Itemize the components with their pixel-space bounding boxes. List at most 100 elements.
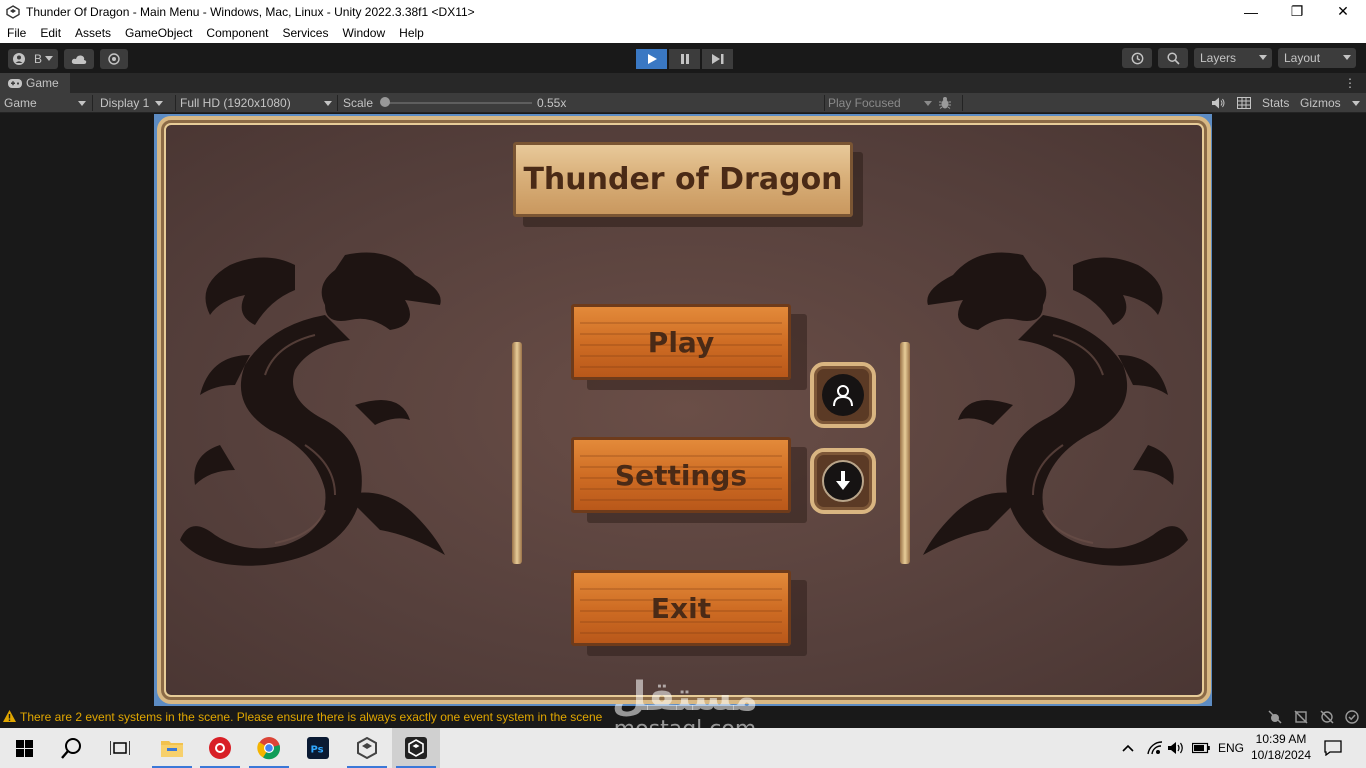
pause-button[interactable] <box>669 49 700 69</box>
unity-hub-icon <box>357 737 377 759</box>
account-label: B <box>34 52 43 66</box>
tab-options-icon[interactable]: ⋮ <box>1344 76 1356 90</box>
menu-window[interactable]: Window <box>335 23 392 43</box>
history-icon <box>1131 52 1143 64</box>
layers-dropdown[interactable]: Layers <box>1194 48 1272 68</box>
window-title: Thunder Of Dragon - Main Menu - Windows,… <box>26 4 475 19</box>
notifications-button[interactable] <box>1318 728 1348 768</box>
collab-button[interactable] <box>100 49 128 69</box>
screen-recorder-icon <box>209 737 231 759</box>
scale-slider-handle[interactable] <box>380 97 390 107</box>
game-title: Thunder of Dragon <box>523 162 843 197</box>
menu-assets[interactable]: Assets <box>68 23 118 43</box>
grid-toggle-button[interactable] <box>1237 93 1253 113</box>
taskbar-photoshop[interactable]: Ps <box>294 728 342 768</box>
network-status[interactable] <box>1144 728 1166 768</box>
play-focused-dropdown[interactable]: Play Focused <box>828 93 932 113</box>
battery-icon <box>1192 742 1210 754</box>
gizmos-label: Gizmos <box>1300 96 1341 110</box>
chevron-down-icon <box>155 101 164 107</box>
windows-taskbar: Ps ENG 10:39 AM 10/18/2024 <box>0 728 1366 768</box>
right-pillar <box>900 342 910 564</box>
game-title-plank: Thunder of Dragon <box>513 142 853 217</box>
taskbar-recorder[interactable] <box>196 728 244 768</box>
menu-services[interactable]: Services <box>275 23 335 43</box>
console-warning-message: There are 2 event systems in the scene. … <box>20 710 603 724</box>
maximize-button[interactable]: ❐ <box>1274 0 1320 23</box>
taskbar-unity-hub[interactable] <box>343 728 391 768</box>
close-button[interactable]: ✕ <box>1320 0 1366 23</box>
game-view-toolbar: Game Display 1 Full HD (1920x1080) Scale… <box>0 93 1366 113</box>
scale-label: Scale <box>343 96 374 110</box>
undo-history-button[interactable] <box>1122 48 1152 68</box>
display-dropdown[interactable]: Display 1 <box>100 93 172 113</box>
menu-component[interactable]: Component <box>199 23 275 43</box>
dragon-left-icon <box>180 252 445 566</box>
chevron-down-icon <box>324 101 332 106</box>
settings-menu-button[interactable]: Settings <box>571 437 791 513</box>
taskbar-file-explorer[interactable] <box>148 728 196 768</box>
download-arrow-icon <box>836 471 850 490</box>
scale-slider-track[interactable] <box>384 102 532 104</box>
window-title-bar: Thunder Of Dragon - Main Menu - Windows,… <box>0 0 1366 23</box>
cloud-button[interactable] <box>64 49 94 69</box>
chevron-up-icon <box>1122 744 1134 752</box>
taskbar-chrome[interactable] <box>245 728 293 768</box>
clock-time: 10:39 AM <box>1255 732 1307 746</box>
resolution-dropdown[interactable]: Full HD (1920x1080) <box>180 93 332 113</box>
tab-game-label: Game <box>26 76 59 90</box>
watermark-arabic: مستقل <box>611 674 759 720</box>
bug-off-icon[interactable] <box>1268 710 1282 724</box>
user-icon <box>833 385 853 407</box>
battery-status[interactable] <box>1190 728 1212 768</box>
play-menu-label: Play <box>647 325 715 359</box>
chevron-down-icon <box>1352 101 1360 106</box>
tab-game[interactable]: Game <box>0 73 70 93</box>
step-icon <box>711 54 723 64</box>
bug-icon <box>939 97 951 109</box>
system-clock[interactable]: 10:39 AM 10/18/2024 <box>1248 731 1314 763</box>
unity-logo-icon <box>405 737 427 759</box>
start-button[interactable] <box>0 728 48 768</box>
volume-control[interactable] <box>1166 728 1188 768</box>
debug-button[interactable] <box>938 93 956 113</box>
layout-dropdown[interactable]: Layout <box>1278 48 1356 68</box>
menu-edit[interactable]: Edit <box>33 23 68 43</box>
menu-file[interactable]: File <box>0 23 33 43</box>
taskbar-search-button[interactable] <box>48 728 96 768</box>
network-icon[interactable] <box>1294 710 1308 724</box>
menu-help[interactable]: Help <box>392 23 431 43</box>
main-toolbar: B Layers Layout <box>0 43 1366 73</box>
layers-label: Layers <box>1200 51 1237 65</box>
show-hidden-icons-button[interactable] <box>1118 728 1138 768</box>
mute-audio-button[interactable] <box>1212 93 1228 113</box>
exit-menu-button[interactable]: Exit <box>571 570 791 646</box>
game-tab-header: Game ⋮ <box>0 73 1366 93</box>
chrome-icon <box>257 737 281 760</box>
view-mode-label: Game <box>4 96 37 110</box>
exit-menu-label: Exit <box>650 591 712 625</box>
taskbar-unity-editor[interactable] <box>392 728 440 768</box>
left-pillar <box>512 342 522 564</box>
account-dropdown[interactable]: B <box>8 49 58 69</box>
auto-generate-icon[interactable] <box>1320 710 1334 724</box>
play-menu-button[interactable]: Play <box>571 304 791 380</box>
download-button[interactable] <box>810 448 876 514</box>
profile-button[interactable] <box>810 362 876 428</box>
play-button[interactable] <box>636 49 667 69</box>
view-mode-dropdown[interactable]: Game <box>4 93 88 113</box>
stats-button[interactable]: Stats <box>1262 93 1289 113</box>
check-circle-icon[interactable] <box>1345 710 1359 724</box>
search-button[interactable] <box>1158 48 1188 68</box>
minimize-button[interactable]: — <box>1228 0 1274 23</box>
gizmos-dropdown[interactable]: Gizmos <box>1300 93 1362 113</box>
play-focused-label: Play Focused <box>828 96 901 110</box>
unity-logo-icon <box>6 4 20 19</box>
task-view-button[interactable] <box>96 728 144 768</box>
step-button[interactable] <box>702 49 733 69</box>
menu-gameobject[interactable]: GameObject <box>118 23 199 43</box>
account-icon <box>13 53 25 65</box>
input-language[interactable]: ENG <box>1216 728 1246 768</box>
chevron-down-icon <box>78 101 86 106</box>
grid-icon <box>1237 97 1251 109</box>
